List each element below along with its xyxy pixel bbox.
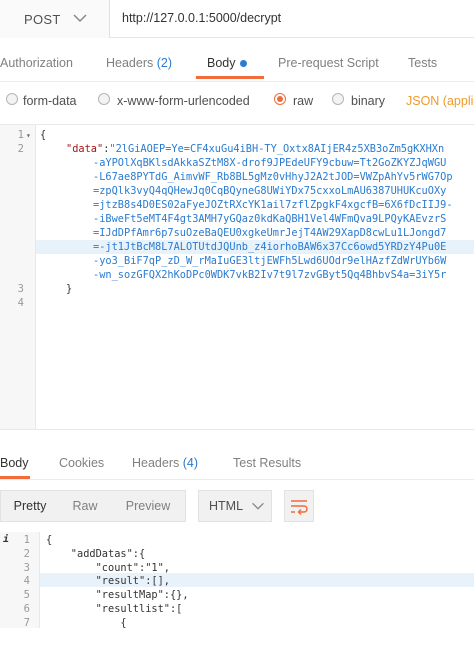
json-value-line: -L67ae8PYTdG_AimvWF_Rb8BL5gMz0vHhyJ2A2tJ…: [93, 171, 453, 183]
tab-body[interactable]: Body: [207, 56, 247, 70]
json-key: "data": [66, 143, 104, 155]
line-number: 1: [17, 129, 24, 141]
url-input[interactable]: http://127.0.0.1:5000/decrypt: [122, 11, 281, 25]
code-line: "data":"2lGiAOEP=Ye=CF4xuGu4iBH-TY_Oxtx8…: [66, 143, 444, 155]
code-line: }: [66, 283, 73, 295]
wrap-lines-button[interactable]: [284, 490, 314, 522]
code-line: {: [46, 534, 53, 546]
fold-arrow-icon[interactable]: ▾: [26, 131, 31, 140]
json-value-line: -wn_sozGFQX2hKoDPc0WDK7vkB2Iv7t9l7zvGByt…: [93, 269, 447, 281]
tab-body-label: Body: [207, 56, 236, 70]
tab-headers-label: Headers: [106, 56, 154, 70]
request-body-editor[interactable]: 1 ▾ 2 3 4 { "data":"2lGiAOEP=Ye=CF4xuGu4…: [0, 124, 474, 430]
json-value-line: =IJdDPfAmr6p7suOzeBaQEU0xgkeUmrJejT4AW29…: [93, 227, 447, 239]
pretty-button[interactable]: Pretty: [1, 491, 59, 521]
response-toolbar: Pretty Raw Preview HTML: [0, 488, 474, 528]
chevron-down-icon: [252, 502, 264, 510]
method-selector[interactable]: POST: [0, 0, 110, 38]
code-line: "count":"1",: [46, 562, 170, 574]
tab-tests[interactable]: Tests: [408, 56, 437, 70]
json-value-line: -aYPOlXqBKlsdAkkaSZtM8X-drof9JPEdeUFY9cb…: [93, 157, 447, 169]
method-label: POST: [24, 12, 61, 27]
tab-authorization[interactable]: Authorization: [0, 56, 73, 70]
url-bar: POST http://127.0.0.1:5000/decrypt: [0, 0, 474, 38]
editor-gutter: [0, 125, 36, 429]
radio-urlencoded-label[interactable]: x-www-form-urlencoded: [117, 94, 250, 108]
radio-form-data[interactable]: [6, 93, 18, 105]
code-line: "resultMap":{},: [46, 589, 189, 601]
tab-response-headers-label: Headers: [132, 456, 180, 470]
chevron-down-icon: [73, 14, 87, 23]
modified-dot-icon: [239, 60, 247, 68]
line-number: 3: [23, 562, 30, 574]
tab-test-results[interactable]: Test Results: [233, 456, 301, 470]
radio-raw-label[interactable]: raw: [293, 94, 313, 108]
wrap-icon: [291, 500, 308, 516]
format-dropdown[interactable]: HTML: [198, 490, 272, 522]
tab-headers[interactable]: Headers (2): [106, 56, 172, 70]
line-number: 5: [23, 589, 30, 601]
tab-cookies[interactable]: Cookies: [59, 456, 104, 470]
raw-button[interactable]: Raw: [59, 491, 111, 521]
radio-raw[interactable]: [274, 93, 286, 105]
content-type-dropdown[interactable]: JSON (applic: [406, 94, 474, 108]
line-number: 4: [17, 297, 24, 309]
code-line: "addDatas":{: [46, 548, 146, 560]
json-value-line: =zpQlk3vyQ4qQHewJq0CqBQyneG8UWiYDx75cxxo…: [93, 185, 447, 197]
code-line: "resultlist":[: [46, 603, 183, 615]
line-number: 1: [23, 534, 30, 546]
line-number: 6: [23, 603, 30, 615]
json-value-line: =jtzB8s4D0ES02aFyeJOZtRXcYK1ail7zflZpgkF…: [93, 199, 453, 211]
radio-urlencoded[interactable]: [98, 93, 110, 105]
page-background: [0, 628, 474, 651]
code-line: "result":[],: [46, 575, 170, 587]
preview-button[interactable]: Preview: [111, 491, 185, 521]
radio-form-data-label[interactable]: form-data: [23, 94, 77, 108]
tab-response-body[interactable]: Body: [0, 456, 29, 470]
format-label: HTML: [209, 499, 244, 513]
line-number: 2: [23, 548, 30, 560]
tab-headers-count: (2): [156, 56, 173, 70]
radio-binary-label[interactable]: binary: [351, 94, 385, 108]
tab-response-headers[interactable]: Headers (4): [132, 456, 198, 470]
view-mode-segmented: Pretty Raw Preview: [0, 490, 186, 522]
json-value-line: -iBweFt5eMT4F4gt3AMH7yGQaz0kdKaQBH1Vel4W…: [93, 213, 447, 225]
tab-prerequest-script[interactable]: Pre-request Script: [278, 56, 379, 70]
active-tab-indicator: [0, 476, 30, 479]
response-tabs: Body Cookies Headers (4) Test Results: [0, 446, 474, 480]
active-tab-indicator: [196, 76, 264, 79]
json-value-line: "2lGiAOEP=Ye=CF4xuGu4iBH-TY_Oxtx8AIjER4z…: [109, 143, 445, 155]
request-tabs: Authorization Headers (2) Body Pre-reque…: [0, 42, 474, 82]
tab-response-headers-count: (4): [182, 456, 199, 470]
json-value-line: =-jt1JtBcM8L7ALOTUtdJQUnb_z4iorhoBAW6x37…: [93, 241, 447, 253]
line-number: 2: [17, 143, 24, 155]
body-type-selector: form-data x-www-form-urlencoded raw bina…: [0, 84, 474, 118]
json-value-line: -yo3_BiF7qP_zD_W_rMaIuGE3ltjEWFh5Lwd6UOd…: [93, 255, 447, 267]
radio-binary[interactable]: [332, 93, 344, 105]
code-line: {: [40, 129, 47, 141]
line-number: 4: [23, 575, 30, 587]
line-number: 3: [17, 283, 24, 295]
